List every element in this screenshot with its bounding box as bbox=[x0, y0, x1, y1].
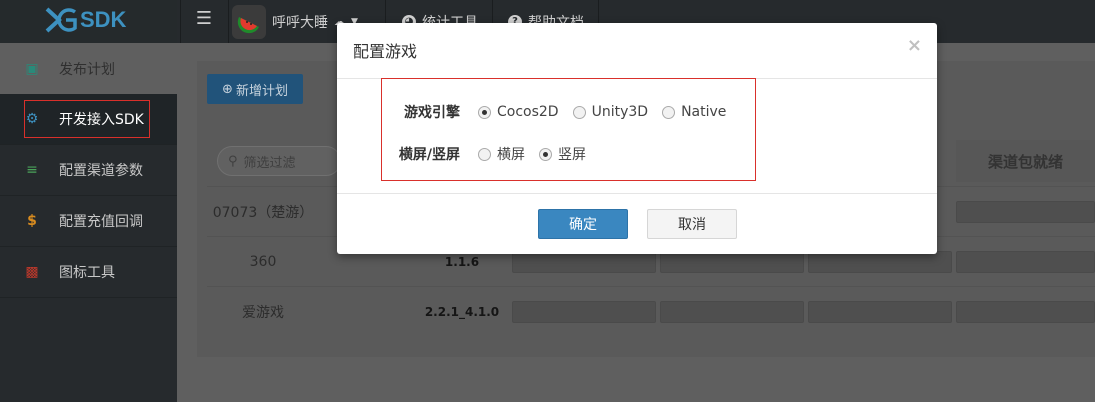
radio-native[interactable]: Native bbox=[662, 104, 726, 120]
column-header-label: 渠道包就绪 bbox=[987, 152, 1063, 171]
radio-label: 竖屏 bbox=[558, 147, 586, 163]
sidebar-item-dev-sdk[interactable]: ⚙ 开发接入SDK bbox=[0, 94, 177, 145]
sidebar-item-recharge-callback[interactable]: $ 配置充值回调 bbox=[0, 196, 177, 247]
engine-field: 游戏引擎 Cocos2D Unity3D Native bbox=[382, 99, 740, 125]
radio-dot[interactable] bbox=[572, 105, 586, 119]
radio-landscape[interactable]: 横屏 bbox=[478, 144, 525, 164]
radio-label: 横屏 bbox=[497, 147, 525, 163]
status-cell bbox=[808, 301, 952, 323]
radio-cocos2d[interactable]: Cocos2D bbox=[478, 104, 559, 120]
logo-text: SDK bbox=[80, 7, 127, 32]
status-cell bbox=[512, 251, 656, 273]
radio-dot[interactable] bbox=[478, 105, 491, 119]
highlight-box bbox=[24, 100, 150, 138]
radio-dot[interactable] bbox=[478, 147, 491, 161]
column-header-ready: 渠道包就绪 bbox=[956, 140, 1095, 182]
channel-name: 360 bbox=[249, 254, 277, 270]
table-row: 爱游戏 2.2.1_4.1.0 bbox=[207, 286, 1095, 336]
plus-circle-icon: ⊕ bbox=[222, 81, 233, 97]
calendar-icon: ▣ bbox=[25, 60, 39, 77]
cancel-button[interactable]: 取消 bbox=[647, 209, 737, 239]
status-cell bbox=[808, 251, 952, 273]
highlight-box: 游戏引擎 Cocos2D Unity3D Native 横屏/竖屏 横屏 竖屏 bbox=[381, 78, 756, 181]
watermelon-icon bbox=[232, 4, 266, 39]
radio-portrait[interactable]: 竖屏 bbox=[539, 144, 586, 164]
configure-game-modal: 配置游戏 × 游戏引擎 Cocos2D Unity3D Native 横屏/竖屏… bbox=[337, 23, 937, 254]
filter-input[interactable]: ⚲ 筛选过滤 bbox=[217, 146, 341, 176]
sidebar-item-label: 图标工具 bbox=[59, 265, 115, 281]
modal-title: 配置游戏 bbox=[353, 42, 418, 61]
app-name: 呼呼大睡 bbox=[272, 14, 328, 31]
logo[interactable]: SDK bbox=[0, 0, 177, 43]
nav-divider bbox=[228, 0, 229, 43]
filter-placeholder: 筛选过滤 bbox=[243, 155, 296, 171]
status-cell bbox=[956, 251, 1095, 273]
radio-label: Native bbox=[681, 104, 727, 120]
status-cell bbox=[512, 301, 656, 323]
sidebar-item-icon-tool[interactable]: ▩ 图标工具 bbox=[0, 247, 177, 298]
radio-dot[interactable] bbox=[662, 105, 676, 119]
add-plan-label: 新增计划 bbox=[235, 83, 288, 99]
sidebar-item-channel-params[interactable]: ≡ 配置渠道参数 bbox=[0, 145, 177, 196]
sidebar-item-label: 配置充值回调 bbox=[59, 214, 143, 230]
sidebar-item-label: 发布计划 bbox=[59, 61, 115, 78]
sidebar-item-release-plan[interactable]: ▣ 发布计划 bbox=[0, 43, 177, 94]
hamburger-icon: ☰ bbox=[195, 8, 213, 29]
add-plan-button[interactable]: ⊕ 新增计划 bbox=[207, 74, 303, 104]
close-icon[interactable]: × bbox=[907, 35, 922, 56]
orientation-field: 横屏/竖屏 横屏 竖屏 bbox=[382, 141, 600, 167]
radio-dot[interactable] bbox=[539, 147, 552, 161]
logo-icon bbox=[45, 7, 77, 33]
orientation-label: 横屏/竖屏 bbox=[398, 147, 460, 163]
nav-divider bbox=[180, 0, 181, 43]
status-cell bbox=[660, 251, 804, 273]
status-cell bbox=[956, 301, 1095, 323]
modal-header: 配置游戏 × bbox=[337, 23, 937, 79]
modal-footer: 确定 取消 bbox=[337, 193, 937, 254]
sidebar-item-label: 配置渠道参数 bbox=[59, 163, 143, 179]
image-icon: ▩ bbox=[25, 264, 39, 280]
radio-label: Unity3D bbox=[591, 104, 649, 120]
menu-toggle-button[interactable]: ☰ bbox=[182, 0, 226, 43]
dollar-icon: $ bbox=[27, 213, 37, 229]
radio-unity3d[interactable]: Unity3D bbox=[572, 104, 649, 120]
status-cell bbox=[660, 301, 804, 323]
search-icon: ⚲ bbox=[228, 153, 238, 169]
sidebar: ▣ 发布计划 ⚙ 开发接入SDK ≡ 配置渠道参数 $ 配置充值回调 ▩ 图标工… bbox=[0, 43, 177, 402]
radio-label: Cocos2D bbox=[497, 104, 559, 120]
list-icon: ≡ bbox=[26, 162, 38, 178]
status-cell bbox=[956, 201, 1095, 223]
confirm-button[interactable]: 确定 bbox=[538, 209, 628, 239]
engine-label: 游戏引擎 bbox=[404, 105, 460, 121]
channel-name: 爱游戏 bbox=[242, 305, 284, 321]
channel-name: 07073（楚游） bbox=[212, 205, 314, 221]
